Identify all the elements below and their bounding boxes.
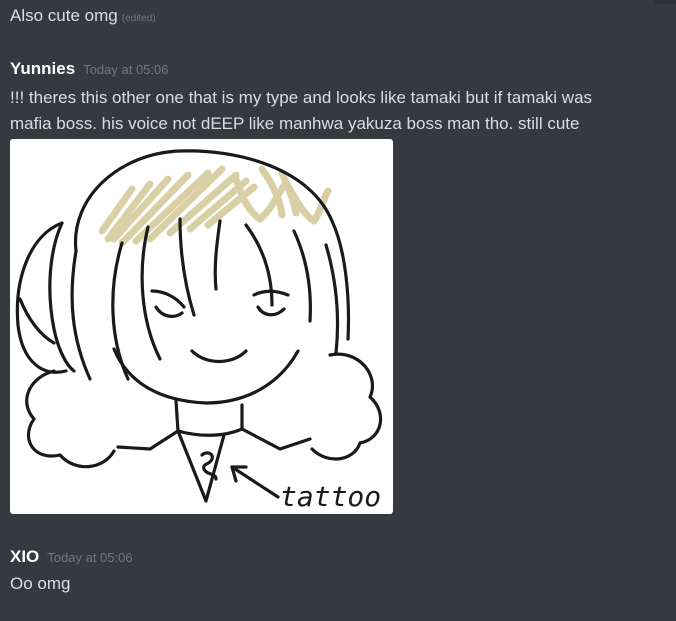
message-header: XIO Today at 05:06 [10, 545, 133, 569]
message-continuation: Also cute omg (edited) [10, 3, 156, 32]
image-attachment[interactable]: tattoo [10, 139, 393, 514]
message-line: mafia boss. his voice not dEEP like manh… [10, 114, 580, 133]
message-content: Oo omg [10, 571, 70, 597]
scroll-edge [655, 0, 676, 4]
timestamp[interactable]: Today at 05:06 [47, 550, 132, 565]
message-content: !!! theres this other one that is my typ… [10, 85, 670, 137]
timestamp[interactable]: Today at 05:06 [83, 62, 168, 77]
sketch-drawing: tattoo [15, 149, 383, 513]
message-line: !!! theres this other one that is my typ… [10, 88, 593, 107]
chat-messages: Also cute omg (edited) Yunnies Today at 05… [0, 0, 676, 621]
message-text: Oo omg [10, 574, 71, 593]
username[interactable]: Yunnies [10, 59, 75, 78]
username[interactable]: XIO [10, 547, 39, 566]
tattoo-label: tattoo [280, 480, 381, 513]
message-header: Yunnies Today at 05:06 [10, 57, 168, 81]
edited-label: (edited) [121, 13, 156, 24]
message-text: Also cute omg [10, 6, 118, 25]
